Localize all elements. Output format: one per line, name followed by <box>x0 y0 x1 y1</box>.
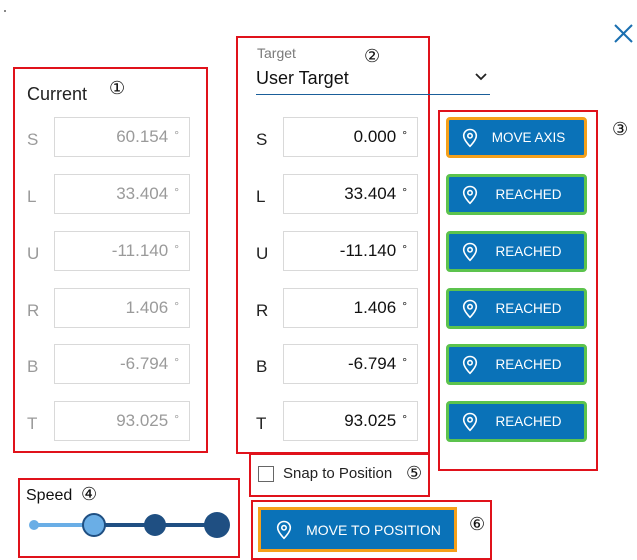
speed-label: Speed <box>26 487 73 504</box>
location-pin-icon <box>462 128 478 147</box>
degree-unit: ° <box>402 412 407 426</box>
degree-unit: ° <box>402 128 407 142</box>
current-value: -6.794 <box>119 354 169 373</box>
target-value-input[interactable]: 33.404 ° <box>283 174 418 214</box>
reached-button[interactable]: REACHED <box>446 401 587 442</box>
current-value-field: 33.404 ° <box>54 174 190 214</box>
annotation-number-6: ⑥ <box>469 514 486 535</box>
current-axis-letter: B <box>27 357 39 376</box>
current-value-field: 93.025 ° <box>54 401 190 441</box>
move-axis-button[interactable]: MOVE AXIS <box>446 117 587 158</box>
location-pin-icon <box>462 185 478 204</box>
target-value: 1.406 <box>353 298 397 317</box>
annotation-number-4: ④ <box>81 484 98 505</box>
target-value-input[interactable]: -6.794 ° <box>283 344 418 384</box>
degree-unit: ° <box>174 128 179 142</box>
current-value: 1.406 <box>125 298 169 317</box>
target-axis-letter: L <box>256 187 266 206</box>
annotation-number-2: ② <box>364 46 381 67</box>
target-axis-letter: T <box>256 414 267 433</box>
degree-unit: ° <box>174 299 179 313</box>
target-value: 93.025 <box>344 411 397 430</box>
annotation-number-5: ⑤ <box>406 463 423 484</box>
current-value-field: -11.140 ° <box>54 231 190 271</box>
axis-button-label: MOVE AXIS <box>491 130 566 145</box>
location-pin-icon <box>462 299 478 318</box>
target-value: 33.404 <box>344 184 397 203</box>
close-button[interactable] <box>610 20 637 48</box>
reached-button[interactable]: REACHED <box>446 344 587 385</box>
speed-stop-3[interactable] <box>144 514 166 536</box>
move-to-position-label: MOVE TO POSITION <box>306 521 441 538</box>
location-pin-icon <box>462 412 478 431</box>
corner-dot <box>4 10 6 12</box>
target-value-input[interactable]: 93.025 ° <box>283 401 418 441</box>
degree-unit: ° <box>402 185 407 199</box>
speed-stop-4[interactable] <box>204 512 230 538</box>
current-value: 33.404 <box>116 184 169 203</box>
target-value: -11.140 <box>339 241 397 260</box>
axis-button-label: REACHED <box>495 187 562 202</box>
current-axis-letter: L <box>27 187 37 206</box>
target-value-input[interactable]: 0.000 ° <box>283 117 418 157</box>
target-label: Target <box>257 45 296 61</box>
degree-unit: ° <box>174 412 179 426</box>
degree-unit: ° <box>174 355 179 369</box>
current-axis-letter: R <box>27 301 40 320</box>
target-dropdown[interactable]: User Target <box>256 68 490 95</box>
snap-to-position-label: Snap to Position <box>283 465 393 482</box>
target-value: -6.794 <box>347 354 397 373</box>
degree-unit: ° <box>402 242 407 256</box>
target-axis-letter: B <box>256 357 268 376</box>
current-value-field: 60.154 ° <box>54 117 190 157</box>
current-value: 93.025 <box>116 411 169 430</box>
location-pin-icon <box>276 520 292 539</box>
degree-unit: ° <box>402 299 407 313</box>
target-value-input[interactable]: -11.140 ° <box>283 231 418 271</box>
current-title: Current <box>27 84 88 104</box>
location-pin-icon <box>462 355 478 374</box>
degree-unit: ° <box>402 355 407 369</box>
current-value: 60.154 <box>116 127 169 146</box>
axis-button-label: REACHED <box>495 414 562 429</box>
close-icon <box>614 24 633 43</box>
annotation-number-3: ③ <box>612 119 629 140</box>
location-pin-icon <box>462 242 478 261</box>
target-selected-value: User Target <box>256 68 349 88</box>
target-axis-letter: U <box>256 244 269 263</box>
target-axis-letter: S <box>256 130 268 149</box>
current-value-field: 1.406 ° <box>54 288 190 328</box>
target-value: 0.000 <box>353 127 397 146</box>
move-to-position-button[interactable]: MOVE TO POSITION <box>258 507 457 552</box>
axis-button-label: REACHED <box>495 357 562 372</box>
degree-unit: ° <box>174 242 179 256</box>
reached-button[interactable]: REACHED <box>446 288 587 329</box>
current-axis-letter: S <box>27 130 39 149</box>
speed-thumb[interactable] <box>82 513 106 537</box>
chevron-down-icon <box>475 73 487 81</box>
axis-button-label: REACHED <box>495 244 562 259</box>
reached-button[interactable]: REACHED <box>446 174 587 215</box>
degree-unit: ° <box>174 185 179 199</box>
speed-stop-1[interactable] <box>29 520 39 530</box>
target-value-input[interactable]: 1.406 ° <box>283 288 418 328</box>
current-value-field: -6.794 ° <box>54 344 190 384</box>
annotation-number-1: ① <box>109 78 126 99</box>
target-axis-letter: R <box>256 301 269 320</box>
current-axis-letter: T <box>27 414 38 433</box>
axis-button-label: REACHED <box>495 301 562 316</box>
snap-to-position-checkbox[interactable] <box>258 466 274 482</box>
current-value: -11.140 <box>111 241 169 260</box>
current-axis-letter: U <box>27 244 40 263</box>
reached-button[interactable]: REACHED <box>446 231 587 272</box>
speed-slider[interactable] <box>22 505 240 545</box>
